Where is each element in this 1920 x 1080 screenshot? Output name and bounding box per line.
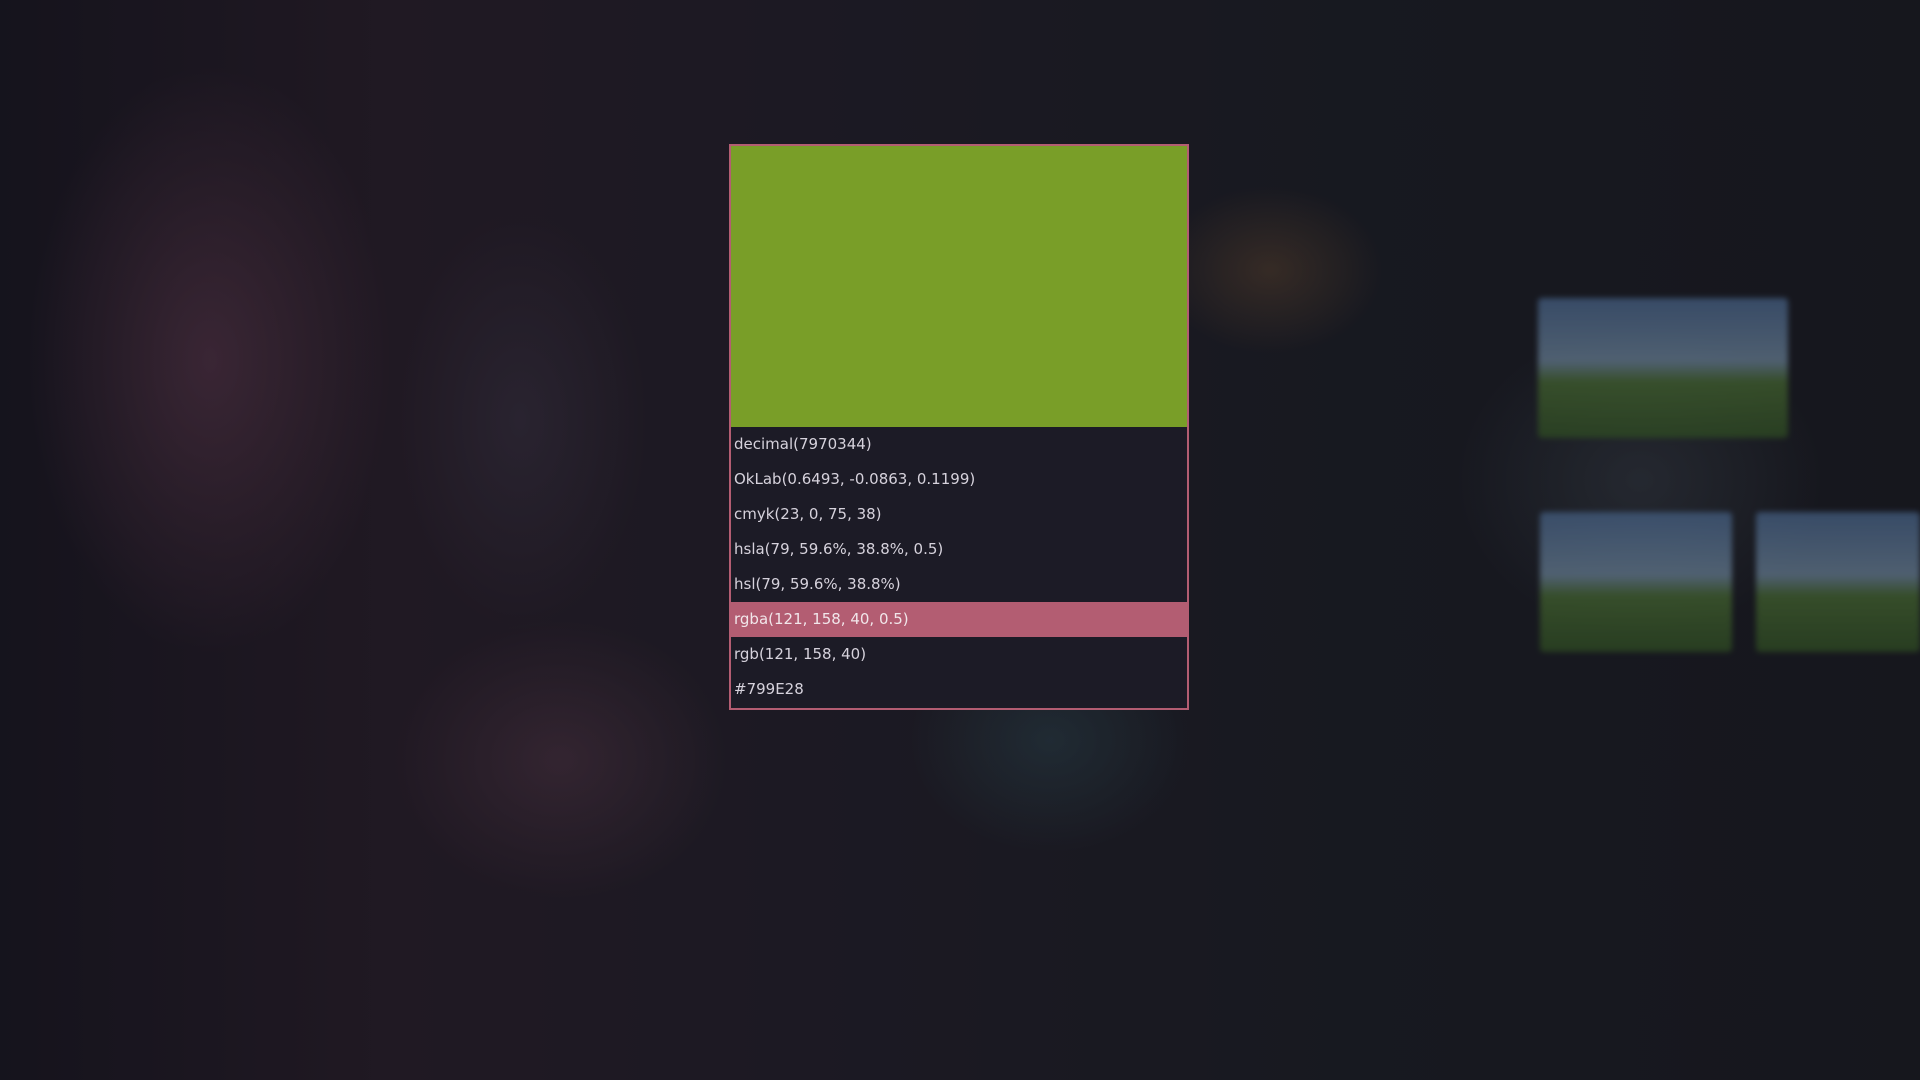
format-option-hsla[interactable]: hsla(79, 59.6%, 38.8%, 0.5) [731, 532, 1187, 567]
format-option-decimal[interactable]: decimal(7970344) [731, 427, 1187, 462]
color-picker-popup: decimal(7970344) OkLab(0.6493, -0.0863, … [729, 144, 1189, 710]
format-option-rgba[interactable]: rgba(121, 158, 40, 0.5) [731, 602, 1187, 637]
format-option-rgb[interactable]: rgb(121, 158, 40) [731, 637, 1187, 672]
format-option-hex[interactable]: #799E28 [731, 672, 1187, 707]
color-format-list: decimal(7970344) OkLab(0.6493, -0.0863, … [731, 427, 1187, 707]
color-swatch [731, 146, 1187, 427]
format-option-oklab[interactable]: OkLab(0.6493, -0.0863, 0.1199) [731, 462, 1187, 497]
format-option-hsl[interactable]: hsl(79, 59.6%, 38.8%) [731, 567, 1187, 602]
format-option-cmyk[interactable]: cmyk(23, 0, 75, 38) [731, 497, 1187, 532]
